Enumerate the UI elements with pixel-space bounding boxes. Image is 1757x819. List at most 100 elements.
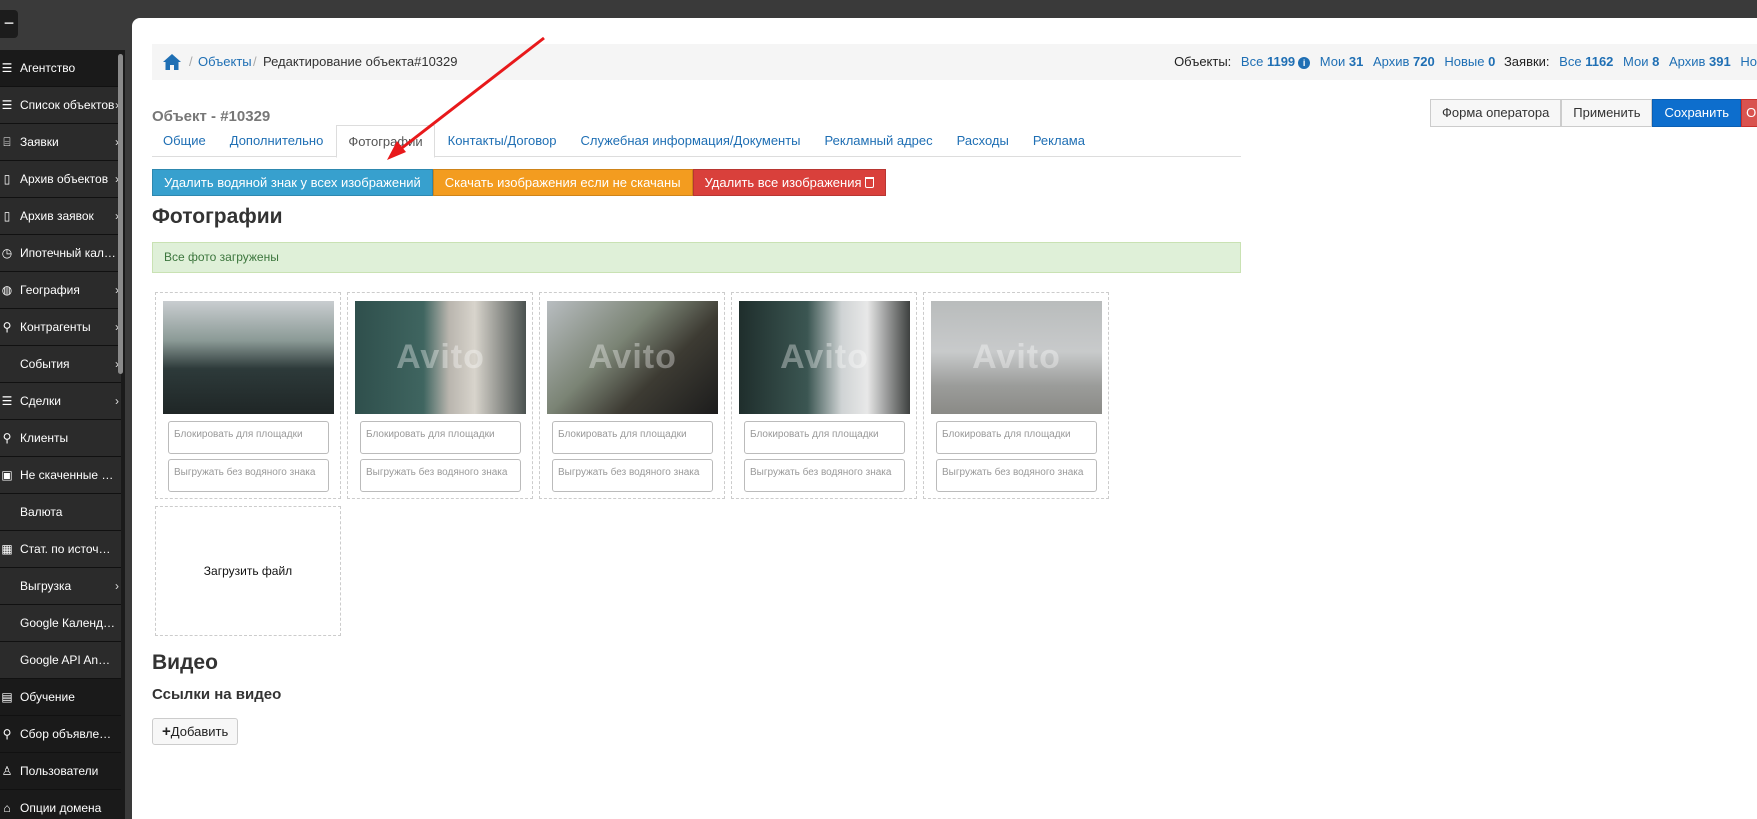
photo-thumbnail[interactable]: Avito bbox=[547, 301, 718, 414]
tab-bar: Общие Дополнительно Фотографии Контакты/Дог… bbox=[152, 125, 1241, 158]
sidebar-item-label: Выгрузка bbox=[20, 579, 72, 593]
photo-card: Avito Блокировать для площадки Выгружать б… bbox=[923, 292, 1109, 499]
sidebar-item[interactable]: ☰ Список объектов › bbox=[0, 87, 121, 124]
sidebar-item[interactable]: ▣ Не скаченные фото bbox=[0, 457, 121, 494]
sidebar-scrollbar[interactable] bbox=[118, 54, 123, 374]
stats-objects-label: Объекты: bbox=[1174, 54, 1232, 69]
stats-objects-archive-link[interactable]: Архив 720 bbox=[1373, 54, 1435, 69]
upload-file-dropzone[interactable]: Загрузить файл bbox=[155, 506, 341, 636]
trash-icon: ▯ bbox=[3, 172, 11, 186]
block-platform-field[interactable]: Блокировать для площадки bbox=[168, 421, 329, 454]
sidebar-item[interactable]: ◍ География › bbox=[0, 272, 121, 309]
stats-requests-archive-link[interactable]: Архив 391 bbox=[1669, 54, 1731, 69]
sidebar-item[interactable]: ☰ Сделки › bbox=[0, 383, 121, 420]
breadcrumb-separator: / bbox=[189, 54, 193, 69]
sidebar-item-label: Сделки bbox=[20, 394, 61, 408]
export-without-watermark-field[interactable]: Выгружать без водяного знака bbox=[552, 459, 713, 492]
sidebar-item-label: Google API Analitics bbox=[20, 653, 116, 667]
stats-objects-new-link[interactable]: Новые 0 bbox=[1444, 54, 1495, 69]
photos-heading: Фотографии bbox=[152, 205, 283, 228]
sidebar-item[interactable]: ⚲ Контрагенты › bbox=[0, 309, 121, 346]
stats-requests-all-link[interactable]: Все 1162 bbox=[1559, 54, 1613, 69]
home-icon[interactable] bbox=[162, 53, 182, 71]
grid-icon: ▦ bbox=[1, 542, 13, 556]
sidebar-item[interactable]: Google API Analitics bbox=[0, 642, 121, 679]
remove-watermark-button[interactable]: Удалить водяной знак у всех изображений bbox=[152, 169, 433, 196]
sidebar-item[interactable]: ▯ Архив заявок › bbox=[0, 198, 121, 235]
chevron-right-icon: › bbox=[115, 579, 119, 593]
sidebar-item[interactable]: ⌂ Опции домена bbox=[0, 790, 121, 819]
sidebar-item[interactable]: События › bbox=[0, 346, 121, 383]
watermark: Avito bbox=[588, 338, 677, 376]
list-icon: ☰ bbox=[1, 394, 13, 408]
photo-card: Avito Блокировать для площадки Выгружать б… bbox=[347, 292, 533, 499]
export-without-watermark-field[interactable]: Выгружать без водяного знака bbox=[744, 459, 905, 492]
sidebar-item[interactable]: ⚲ Сбор объявлений bbox=[0, 716, 121, 753]
stats-requests-new-link[interactable]: Но bbox=[1740, 54, 1757, 69]
tab-item[interactable]: Служебная информация/Документы bbox=[569, 125, 811, 157]
sidebar-item[interactable]: Валюта bbox=[0, 494, 121, 531]
tab-item[interactable]: Фотографии bbox=[336, 125, 435, 158]
cancel-button[interactable]: О bbox=[1741, 99, 1757, 127]
block-platform-field[interactable]: Блокировать для площадки bbox=[552, 421, 713, 454]
list-icon: ☰ bbox=[1, 61, 13, 75]
download-images-button[interactable]: Скачать изображения если не скачаны bbox=[432, 169, 693, 196]
sidebar-item[interactable]: ▯ Архив объектов › bbox=[0, 161, 121, 198]
stats-requests-label: Заявки: bbox=[1503, 54, 1550, 69]
photo-card: Блокировать для площадки Выгружать без во… bbox=[155, 292, 341, 499]
tab-item[interactable]: Реклама bbox=[1022, 125, 1096, 157]
block-platform-field[interactable]: Блокировать для площадки bbox=[360, 421, 521, 454]
export-without-watermark-field[interactable]: Выгружать без водяного знака bbox=[168, 459, 329, 492]
sidebar-item-label: Клиенты bbox=[20, 431, 69, 445]
delete-all-images-button[interactable]: Удалить все изображения bbox=[692, 169, 886, 196]
watermark: Avito bbox=[972, 338, 1061, 376]
watermark: Avito bbox=[780, 338, 869, 376]
sidebar-item[interactable]: Google Календарь bbox=[0, 605, 121, 642]
tab-item[interactable]: Контакты/Договор bbox=[437, 125, 568, 157]
sidebar-item[interactable]: ⚲ Клиенты bbox=[0, 420, 121, 457]
photo-thumbnail[interactable]: Avito bbox=[355, 301, 526, 414]
tab-item[interactable]: Рекламный адрес bbox=[814, 125, 944, 157]
watermark bbox=[163, 301, 334, 414]
block-platform-field[interactable]: Блокировать для площадки bbox=[936, 421, 1097, 454]
sidebar-item-label: Опции домена bbox=[20, 801, 102, 815]
success-alert: Все фото загружены bbox=[152, 242, 1241, 273]
user-icon: ♙ bbox=[1, 764, 13, 778]
sidebar-item[interactable]: ♙ Пользователи bbox=[0, 753, 121, 790]
search-icon: ⚲ bbox=[2, 727, 12, 741]
delete-all-label: Удалить все изображения bbox=[704, 175, 862, 190]
tab-item[interactable]: Общие bbox=[152, 125, 217, 157]
sidebar-item-label: Google Календарь bbox=[20, 616, 116, 630]
photo-thumbnail[interactable] bbox=[163, 301, 334, 414]
photo-thumbnail[interactable]: Avito bbox=[739, 301, 910, 414]
stats-objects-mine-link[interactable]: Мои 31 bbox=[1320, 54, 1364, 69]
block-platform-field[interactable]: Блокировать для площадки bbox=[744, 421, 905, 454]
globe-icon: ◍ bbox=[1, 283, 13, 297]
search-icon: ⚲ bbox=[2, 431, 12, 445]
menu-toggle-button[interactable]: − bbox=[0, 10, 18, 38]
apply-button[interactable]: Применить bbox=[1561, 99, 1653, 127]
sidebar-item[interactable]: ☰ Агентство bbox=[0, 50, 121, 87]
video-heading: Видео bbox=[152, 651, 218, 674]
breadcrumb-separator: / bbox=[253, 54, 257, 69]
save-button[interactable]: Сохранить bbox=[1652, 99, 1742, 127]
stats-requests-mine-link[interactable]: Мои 8 bbox=[1623, 54, 1659, 69]
main-panel: / Объекты / Редактирование объекта#10329… bbox=[132, 18, 1757, 819]
export-without-watermark-field[interactable]: Выгружать без водяного знака bbox=[360, 459, 521, 492]
sidebar-item[interactable]: ▦ Стат. по источникам bbox=[0, 531, 121, 568]
info-icon[interactable]: i bbox=[1298, 57, 1311, 69]
breadcrumb-objects-link[interactable]: Объекты bbox=[198, 54, 252, 69]
breadcrumb: / Объекты / Редактирование объекта#10329… bbox=[152, 44, 1757, 80]
add-video-button[interactable]: +Добавить bbox=[152, 718, 239, 745]
tab-item[interactable]: Дополнительно bbox=[219, 125, 335, 157]
sidebar-item[interactable]: Выгрузка › bbox=[0, 568, 121, 605]
sidebar-item[interactable]: ▤ Обучение bbox=[0, 679, 121, 716]
sidebar-item[interactable]: ⌸ Заявки › bbox=[0, 124, 121, 161]
operator-form-button[interactable]: Форма оператора bbox=[1430, 99, 1562, 127]
export-without-watermark-field[interactable]: Выгружать без водяного знака bbox=[936, 459, 1097, 492]
tab-item[interactable]: Расходы bbox=[946, 125, 1020, 157]
photo-thumbnail[interactable]: Avito bbox=[931, 301, 1102, 414]
stats-objects-all-link[interactable]: Все 1199 bbox=[1241, 54, 1295, 69]
sidebar-item[interactable]: ◷ Ипотечный калькулятор bbox=[0, 235, 121, 272]
search-icon: ⚲ bbox=[2, 320, 12, 334]
